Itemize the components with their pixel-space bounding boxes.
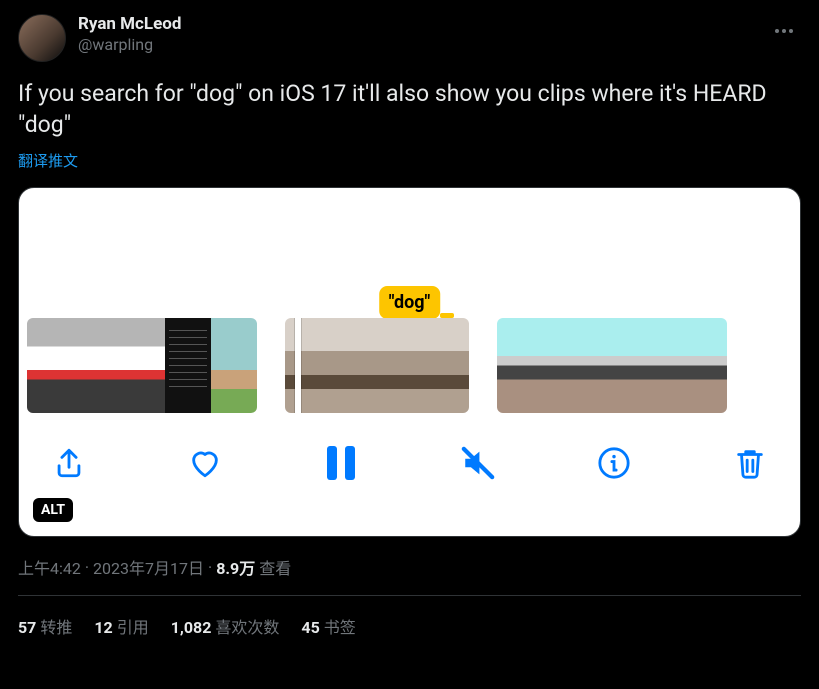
pause-button[interactable] (321, 443, 361, 483)
views-count: 8.9万 (216, 555, 255, 579)
tweet-text: If you search for "dog" on iOS 17 it'll … (18, 78, 801, 140)
alt-badge[interactable]: ALT (33, 498, 73, 522)
clip-group[interactable] (27, 318, 257, 413)
share-icon (52, 446, 86, 480)
trash-icon (733, 446, 767, 480)
author-handle: @warpling (78, 35, 181, 55)
quotes-stat[interactable]: 12 引用 (94, 614, 148, 638)
clip-thumbnail (543, 318, 589, 413)
speaker-muted-icon (461, 446, 495, 480)
retweets-count: 57 (18, 618, 36, 637)
likes-label: 喜欢次数 (215, 618, 279, 637)
author-display-name: Ryan McLeod (78, 14, 181, 35)
quotes-label: 引用 (117, 618, 149, 637)
tweet-meta[interactable]: 上午4:42 · 2023年7月17日 · 8.9万 查看 (18, 555, 801, 579)
clip-thumbnail (377, 318, 423, 413)
tweet-date: 2023年7月17日 (93, 555, 204, 579)
clip-thumbnail (119, 318, 165, 413)
clip-group[interactable] (497, 318, 727, 413)
bookmarks-count: 45 (301, 618, 319, 637)
likes-stat[interactable]: 1,082喜欢次数 (171, 614, 280, 638)
views-label: 查看 (259, 555, 291, 579)
clip-thumbnail (27, 318, 73, 413)
video-timeline[interactable] (19, 318, 800, 413)
meta-sep: · (208, 558, 212, 577)
pause-icon (327, 446, 355, 480)
clip-thumbnail (681, 318, 727, 413)
retweets-label: 转推 (40, 618, 72, 637)
meta-sep: · (85, 558, 89, 577)
heart-icon (188, 446, 222, 480)
clip-thumbnail (635, 318, 681, 413)
author-identity[interactable]: Ryan McLeod @warpling (78, 14, 181, 55)
clip-thumbnail (211, 318, 257, 413)
tweet-header: Ryan McLeod @warpling (18, 14, 801, 62)
clip-thumbnail (331, 318, 377, 413)
avatar[interactable] (18, 14, 66, 62)
ellipsis-icon (775, 29, 793, 33)
clip-group[interactable] (285, 318, 469, 413)
tweet-container: Ryan McLeod @warpling If you search for … (0, 0, 819, 652)
tweet-stats: 57转推 12 引用 1,082喜欢次数 45 书签 (18, 596, 801, 652)
mute-button[interactable] (458, 443, 498, 483)
bookmarks-label: 书签 (324, 618, 356, 637)
quotes-count: 12 (94, 618, 112, 637)
clip-thumbnail (589, 318, 635, 413)
clip-thumbnail (497, 318, 543, 413)
translate-link[interactable]: 翻译推文 (18, 150, 78, 171)
media-preview-area: "dog" (19, 188, 800, 318)
clip-thumbnail (165, 318, 211, 413)
search-term-pill: "dog" (379, 286, 441, 319)
likes-count: 1,082 (171, 618, 212, 637)
clip-thumbnail (423, 318, 469, 413)
delete-button[interactable] (730, 443, 770, 483)
retweets-stat[interactable]: 57转推 (18, 614, 72, 638)
info-button[interactable] (594, 443, 634, 483)
media-card[interactable]: "dog" (18, 187, 801, 537)
more-options-button[interactable] (767, 14, 801, 48)
tweet-time: 上午4:42 (18, 555, 81, 579)
clip-thumbnail (73, 318, 119, 413)
clip-thumbnail (285, 318, 331, 413)
playhead[interactable] (295, 318, 301, 413)
share-button[interactable] (49, 443, 89, 483)
media-toolbar (19, 413, 800, 513)
bookmarks-stat[interactable]: 45 书签 (301, 614, 355, 638)
like-button[interactable] (185, 443, 225, 483)
info-icon (597, 446, 631, 480)
